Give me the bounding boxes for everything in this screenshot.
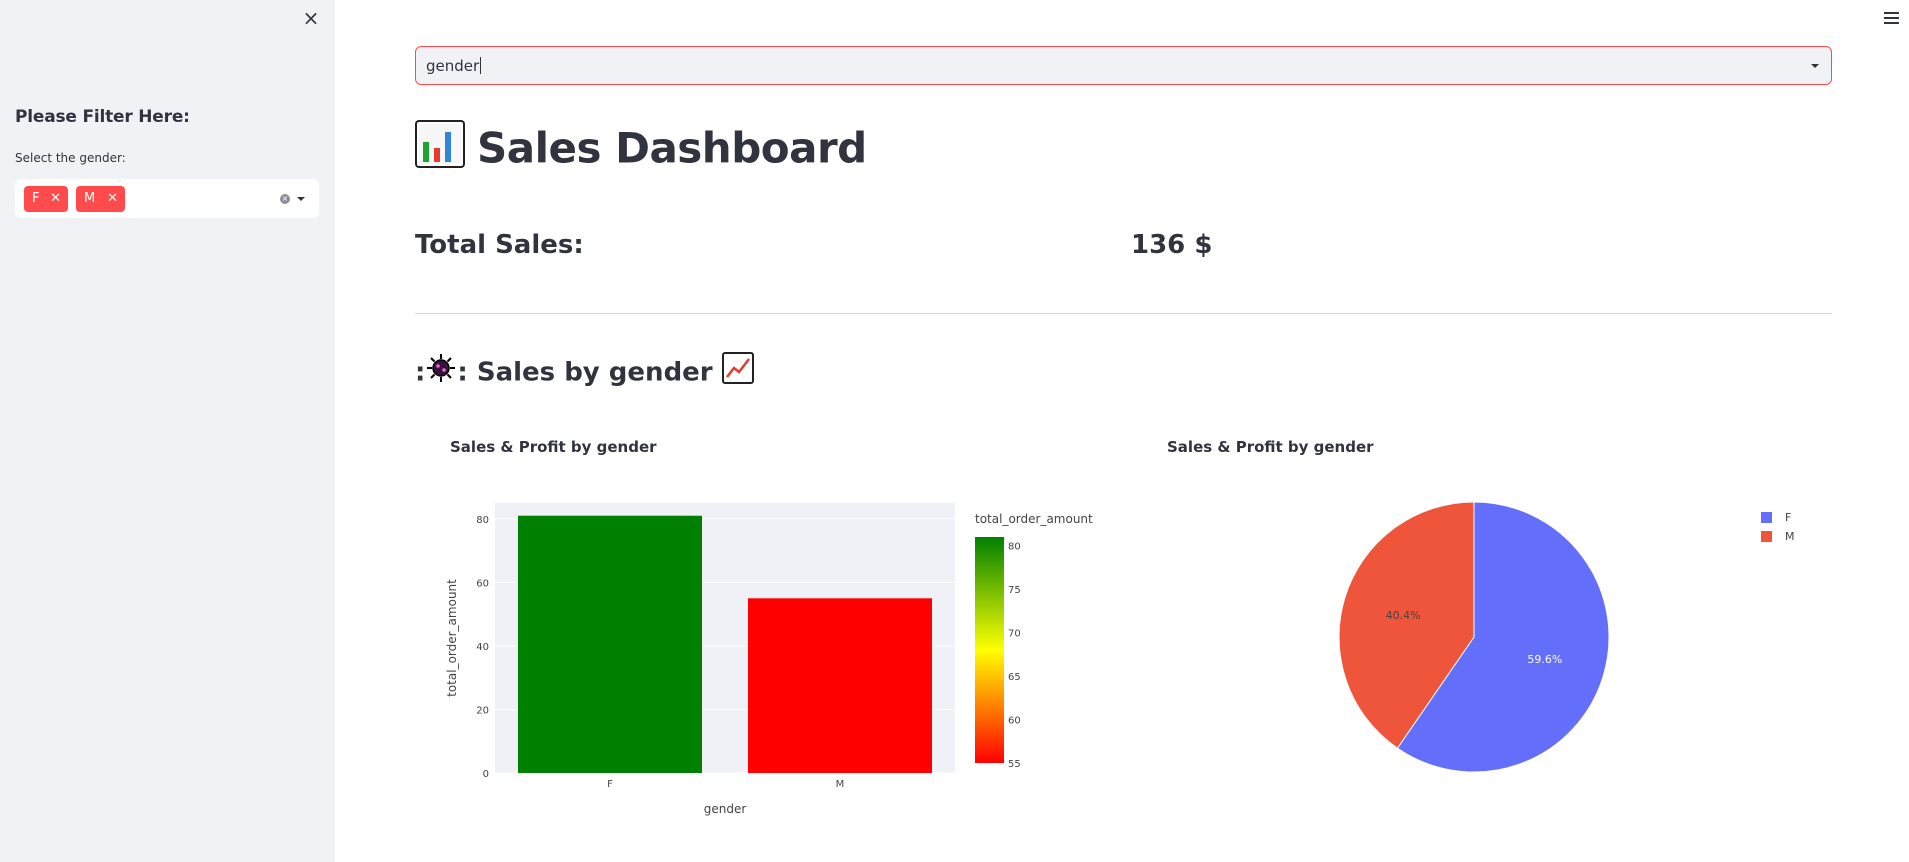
colorbar-tick-label: 80	[1008, 542, 1021, 553]
tag-m[interactable]: M ✕	[76, 186, 125, 212]
clear-all-icon[interactable]: ×	[280, 194, 290, 204]
colorbar-title: total_order_amount	[975, 512, 1093, 526]
pie-chart-title: Sales & Profit by gender	[1167, 438, 1374, 456]
dashboard-title-text: Sales Dashboard	[477, 123, 867, 173]
close-sidebar-icon[interactable]: ×	[302, 8, 320, 28]
y-tick-label: 60	[476, 578, 489, 589]
colorbar-tick-label: 60	[1008, 716, 1021, 727]
x-tick-label: F	[607, 779, 613, 790]
remove-tag-icon[interactable]: ✕	[50, 186, 61, 212]
gender-column-select[interactable]: gender	[415, 46, 1832, 85]
legend-label: M	[1785, 530, 1795, 543]
tag-label: M	[84, 191, 96, 206]
colorbar-tick-label: 65	[1008, 672, 1021, 683]
filter-heading: Please Filter Here:	[15, 107, 190, 127]
y-tick-label: 20	[476, 705, 489, 716]
colorbar	[975, 537, 1004, 763]
select-input-value[interactable]: gender	[426, 57, 482, 75]
divider	[415, 313, 1832, 314]
y-tick-label: 80	[476, 515, 489, 526]
legend-swatch	[1761, 512, 1772, 523]
gender-multiselect[interactable]: F ✕ M ✕ ×	[15, 179, 319, 218]
page-title: Sales Dashboard	[415, 120, 867, 176]
bar-chart-emoji-icon	[415, 120, 465, 182]
tag-label: F	[32, 191, 40, 206]
hamburger-menu-icon[interactable]	[1884, 12, 1899, 26]
legend-swatch	[1761, 531, 1772, 542]
tag-f[interactable]: F ✕	[24, 186, 68, 212]
bar-chart-title: Sales & Profit by gender	[450, 438, 657, 456]
total-sales-label: Total Sales:	[415, 230, 584, 260]
y-axis-label: total_order_amount	[445, 579, 459, 697]
pie-value-label: 40.4%	[1386, 609, 1421, 622]
x-axis-label: gender	[704, 802, 747, 816]
colorbar-tick-label: 55	[1008, 759, 1021, 770]
y-tick-label: 0	[483, 769, 489, 780]
section-title: : : Sales by gender	[415, 352, 754, 394]
chevron-down-icon[interactable]	[1811, 64, 1819, 68]
bar-f	[518, 515, 702, 773]
y-tick-label: 40	[476, 642, 489, 653]
pie-value-label: 59.6%	[1527, 653, 1562, 666]
sidebar: × Please Filter Here: Select the gender:…	[0, 0, 335, 862]
chart-increasing-emoji-icon	[721, 352, 754, 394]
remove-tag-icon[interactable]: ✕	[107, 186, 118, 212]
bar-m	[748, 598, 932, 773]
colorbar-tick-label: 70	[1008, 629, 1021, 640]
gender-select-label: Select the gender:	[15, 151, 126, 165]
x-tick-label: M	[836, 779, 845, 790]
virus-emoji-icon	[425, 352, 457, 394]
total-sales-value: 136 $	[1131, 230, 1213, 260]
bar-chart: 020406080F Mgendertotal_order_amounttotal…	[445, 503, 1093, 816]
chevron-down-icon[interactable]	[297, 197, 305, 201]
pie-chart: 59.6% 40.4% FM	[1338, 501, 1795, 773]
colorbar-tick-label: 75	[1008, 585, 1021, 596]
legend-label: F	[1785, 511, 1791, 524]
